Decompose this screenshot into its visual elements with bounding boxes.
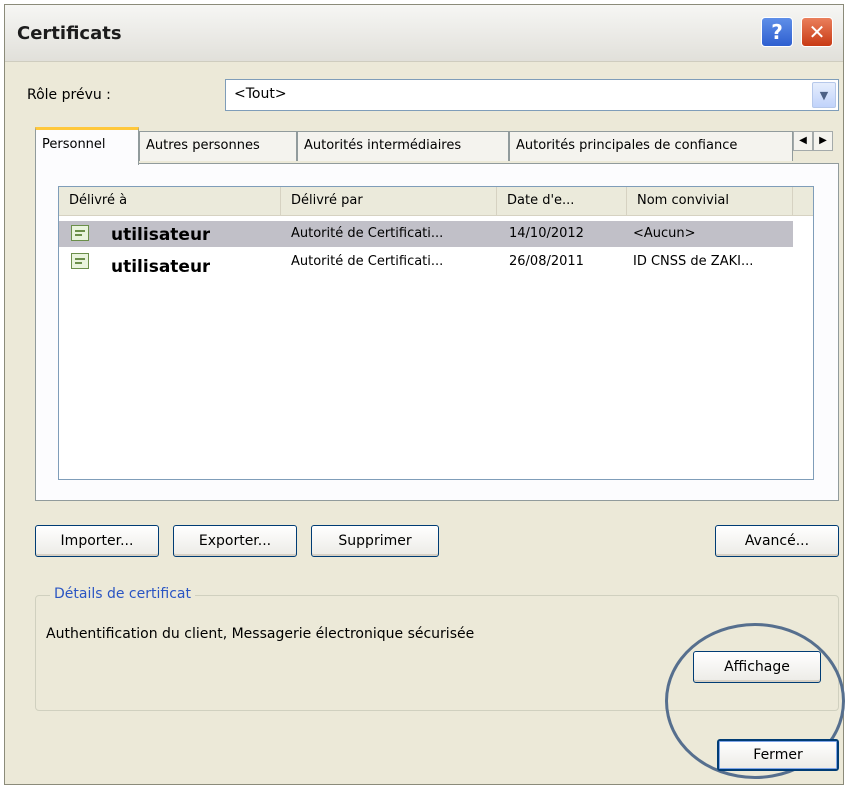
cell-issued-to: utilisateur (111, 257, 211, 277)
cell-friendly-name: ID CNSS de ZAKI... (633, 254, 754, 269)
column-header-issued-by[interactable]: Délivré par (281, 187, 497, 215)
tab-scroll-right-icon[interactable]: ▶ (813, 131, 833, 151)
tab-personnel[interactable]: Personnel (35, 127, 139, 165)
certificate-details-text: Authentification du client, Messagerie é… (46, 626, 475, 642)
help-button[interactable]: ? (761, 17, 793, 47)
certificates-dialog: Certificats ? ✕ Rôle prévu : <Tout> ▼ Pe… (4, 4, 845, 785)
import-button[interactable]: Importer... (35, 525, 159, 557)
tab-autres-personnes[interactable]: Autres personnes (139, 131, 297, 161)
column-header-expiry[interactable]: Date d'e... (497, 187, 627, 215)
column-header-issued-to[interactable]: Délivré à (59, 187, 281, 215)
close-icon: ✕ (808, 20, 826, 44)
column-header-friendly-name[interactable]: Nom convivial (627, 187, 793, 215)
tab-strip: Personnel Autres personnes Autorités int… (35, 127, 845, 165)
role-select[interactable]: <Tout> ▼ (225, 79, 839, 111)
list-header: Délivré à Délivré par Date d'e... Nom co… (59, 187, 813, 216)
role-select-value: <Tout> (234, 86, 287, 102)
tab-autorites-principales[interactable]: Autorités principales de confiance (509, 131, 793, 161)
cell-issued-to: utilisateur (111, 225, 211, 245)
table-row[interactable]: utilisateur Autorité de Certificati... 1… (59, 221, 793, 247)
tab-autorites-intermediaires[interactable]: Autorités intermédiaires (297, 131, 509, 161)
advanced-button[interactable]: Avancé... (715, 525, 839, 557)
certificate-list[interactable]: Délivré à Délivré par Date d'e... Nom co… (58, 186, 814, 480)
tab-scroll-left-icon[interactable]: ◀ (793, 131, 813, 151)
delete-button[interactable]: Supprimer (311, 525, 439, 557)
cell-issued-by: Autorité de Certificati... (291, 254, 444, 269)
cell-expiry: 14/10/2012 (509, 226, 584, 241)
certificate-icon (71, 253, 89, 269)
tab-panel-personnel: Délivré à Délivré par Date d'e... Nom co… (35, 163, 839, 501)
table-row[interactable]: utilisateur Autorité de Certificati... 2… (59, 249, 793, 277)
cell-expiry: 26/08/2011 (509, 254, 584, 269)
role-label: Rôle prévu : (27, 87, 111, 103)
certificate-details-title: Détails de certificat (50, 586, 195, 602)
close-window-button[interactable]: ✕ (801, 17, 833, 47)
certificate-icon (71, 225, 89, 241)
export-button[interactable]: Exporter... (173, 525, 297, 557)
cell-issued-by: Autorité de Certificati... (291, 226, 444, 241)
close-button[interactable]: Fermer (717, 739, 839, 771)
window-title: Certificats (17, 23, 122, 44)
cell-friendly-name: <Aucun> (633, 226, 696, 241)
chevron-down-icon[interactable]: ▼ (812, 82, 836, 108)
title-bar[interactable]: Certificats ? ✕ (5, 5, 843, 62)
help-icon: ? (771, 20, 783, 44)
